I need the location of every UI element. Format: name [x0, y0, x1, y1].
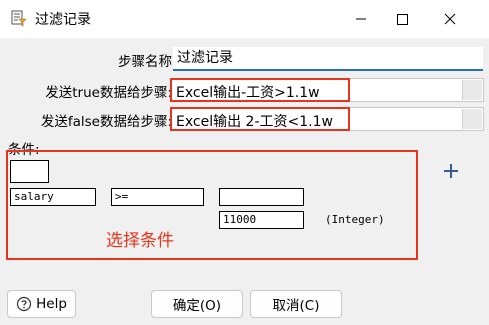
false-step-dropdown-icon[interactable] — [462, 109, 482, 129]
help-button[interactable]: Help — [7, 290, 76, 318]
condition-left-field[interactable]: salary — [10, 188, 96, 206]
condition-value[interactable]: 11000 — [219, 211, 304, 229]
condition-operator[interactable]: >= — [111, 188, 204, 206]
cancel-button[interactable]: 取消(C) — [250, 290, 342, 318]
step-name-input[interactable]: 过滤记录 — [173, 47, 483, 71]
minimize-icon[interactable] — [338, 0, 384, 38]
true-step-select[interactable]: Excel输出-工资>1.1w — [171, 78, 484, 102]
window-title: 过滤记录 — [35, 12, 91, 28]
condition-negate-box[interactable] — [10, 160, 49, 183]
filter-rows-app-icon — [11, 10, 27, 27]
help-button-label: Help — [36, 296, 67, 312]
false-step-select[interactable]: Excel输出 2-工资<1.1w — [171, 107, 484, 131]
help-icon — [17, 296, 32, 312]
condition-right-field[interactable] — [219, 188, 304, 206]
true-step-value: Excel输出-工资>1.1w — [176, 85, 320, 101]
annotation-text: 选择条件 — [106, 231, 174, 251]
close-icon[interactable] — [427, 0, 473, 38]
maximize-icon[interactable] — [380, 0, 426, 38]
false-step-value: Excel输出 2-工资<1.1w — [176, 114, 333, 130]
true-step-label: 发送true数据给步骤: — [45, 85, 172, 101]
title-bar: 过滤记录 — [0, 0, 489, 38]
add-condition-icon[interactable] — [440, 160, 462, 182]
step-name-label: 步骤名称 — [118, 54, 172, 70]
ok-button[interactable]: 确定(O) — [151, 290, 243, 318]
condition-label: 条件: — [8, 142, 40, 158]
false-step-label: 发送false数据给步骤: — [40, 114, 172, 130]
condition-value-type: (Integer) — [325, 213, 385, 226]
true-step-dropdown-icon[interactable] — [462, 80, 482, 100]
